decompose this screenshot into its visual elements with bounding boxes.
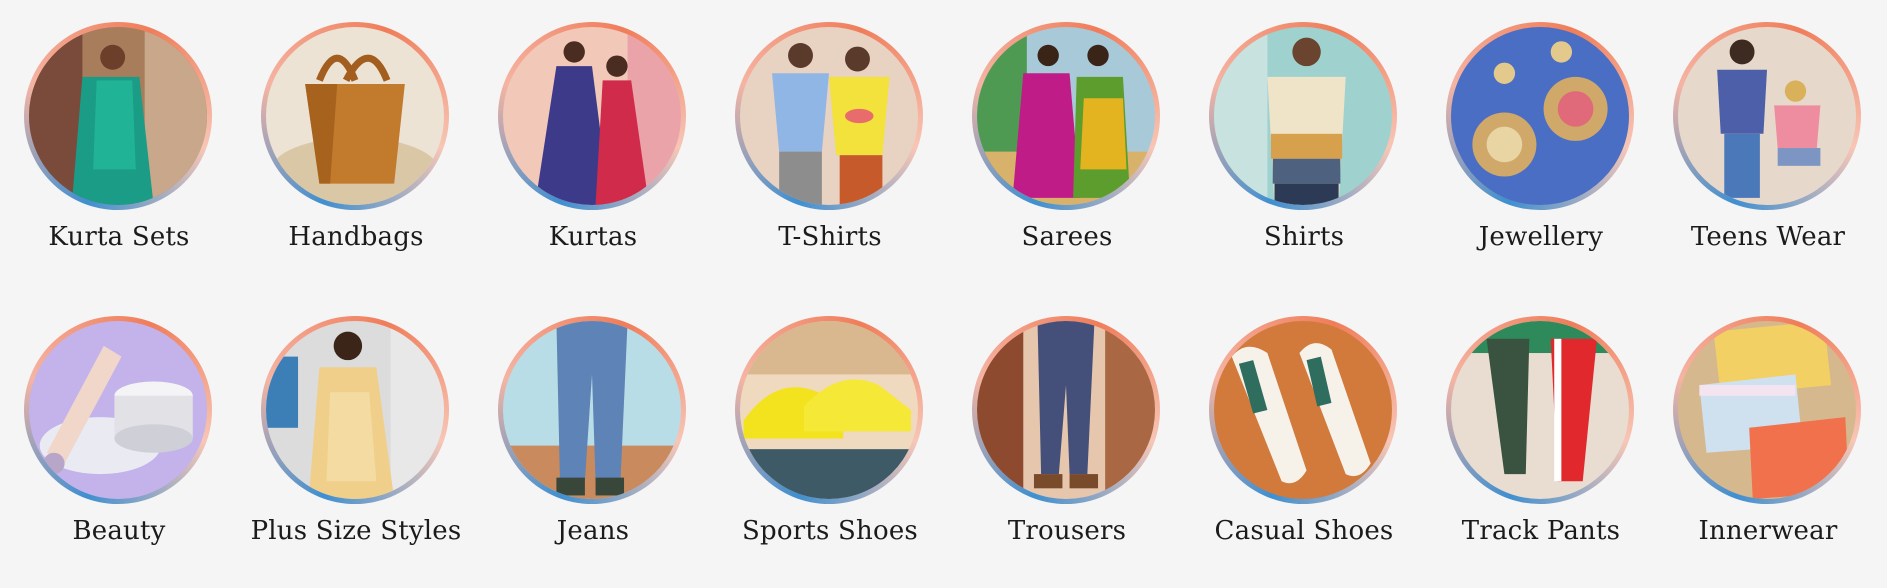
category-label: Innerwear (1698, 516, 1838, 546)
category-label: Jewellery (1478, 222, 1604, 252)
category-ring (1446, 22, 1634, 210)
track-pants-image[interactable] (1451, 321, 1629, 499)
category-label: Sarees (1021, 222, 1113, 252)
category-label: Beauty (72, 516, 166, 546)
category-label: Trousers (1007, 516, 1127, 546)
casual-shoes-image[interactable] (1214, 321, 1392, 499)
category-ring (735, 316, 923, 504)
category-label: T-Shirts (778, 222, 882, 252)
category-ring (24, 22, 212, 210)
kurtas-image[interactable] (503, 27, 681, 205)
sarees-image[interactable] (977, 27, 1155, 205)
category-ring (261, 316, 449, 504)
category-tile-beauty[interactable]: Beauty (0, 294, 238, 554)
category-ring (1673, 22, 1861, 210)
teens-wear-image[interactable] (1678, 27, 1856, 205)
jeans-image[interactable] (503, 321, 681, 499)
sports-shoes-image[interactable] (740, 321, 918, 499)
category-tile-handbags[interactable]: Handbags (237, 0, 475, 260)
plus-size-styles-image[interactable] (266, 321, 444, 499)
category-label: Track Pants (1461, 516, 1621, 546)
category-tile-jeans[interactable]: Jeans (474, 294, 712, 554)
kurta-sets-image[interactable] (29, 27, 207, 205)
innerwear-image[interactable] (1678, 321, 1856, 499)
category-ring (1209, 316, 1397, 504)
beauty-image[interactable] (29, 321, 207, 499)
category-label: Plus Size Styles (250, 516, 462, 546)
handbags-image[interactable] (266, 27, 444, 205)
category-tile-trousers[interactable]: Trousers (948, 294, 1186, 554)
category-tile-plus-size-styles[interactable]: Plus Size Styles (237, 294, 475, 554)
category-tile-kurta-sets[interactable]: Kurta Sets (0, 0, 238, 260)
t-shirts-image[interactable] (740, 27, 918, 205)
category-tile-track-pants[interactable]: Track Pants (1422, 294, 1660, 554)
category-ring (1673, 316, 1861, 504)
category-label: Shirts (1263, 222, 1345, 252)
category-label: Casual Shoes (1214, 516, 1394, 546)
category-ring (1209, 22, 1397, 210)
category-label: Jeans (556, 516, 630, 546)
category-ring (972, 316, 1160, 504)
category-label: Handbags (288, 222, 424, 252)
category-ring (24, 316, 212, 504)
category-ring (735, 22, 923, 210)
category-ring (498, 22, 686, 210)
category-tile-sports-shoes[interactable]: Sports Shoes (711, 294, 949, 554)
category-tile-jewellery[interactable]: Jewellery (1422, 0, 1660, 260)
trousers-image[interactable] (977, 321, 1155, 499)
category-label: Kurtas (548, 222, 638, 252)
category-ring (972, 22, 1160, 210)
jewellery-image[interactable] (1451, 27, 1629, 205)
category-tile-shirts[interactable]: Shirts (1185, 0, 1423, 260)
shirts-image[interactable] (1214, 27, 1392, 205)
category-tile-sarees[interactable]: Sarees (948, 0, 1186, 260)
category-tile-t-shirts[interactable]: T-Shirts (711, 0, 949, 260)
category-tile-casual-shoes[interactable]: Casual Shoes (1185, 294, 1423, 554)
category-ring (498, 316, 686, 504)
category-tile-innerwear[interactable]: Innerwear (1649, 294, 1887, 554)
category-ring (261, 22, 449, 210)
category-label: Kurta Sets (48, 222, 190, 252)
category-grid: Kurta Sets Handbags Kurtas T-Shirts Sare… (0, 0, 1887, 588)
category-tile-teens-wear[interactable]: Teens Wear (1649, 0, 1887, 260)
category-ring (1446, 316, 1634, 504)
category-label: Sports Shoes (742, 516, 918, 546)
category-tile-kurtas[interactable]: Kurtas (474, 0, 712, 260)
category-label: Teens Wear (1690, 222, 1846, 252)
